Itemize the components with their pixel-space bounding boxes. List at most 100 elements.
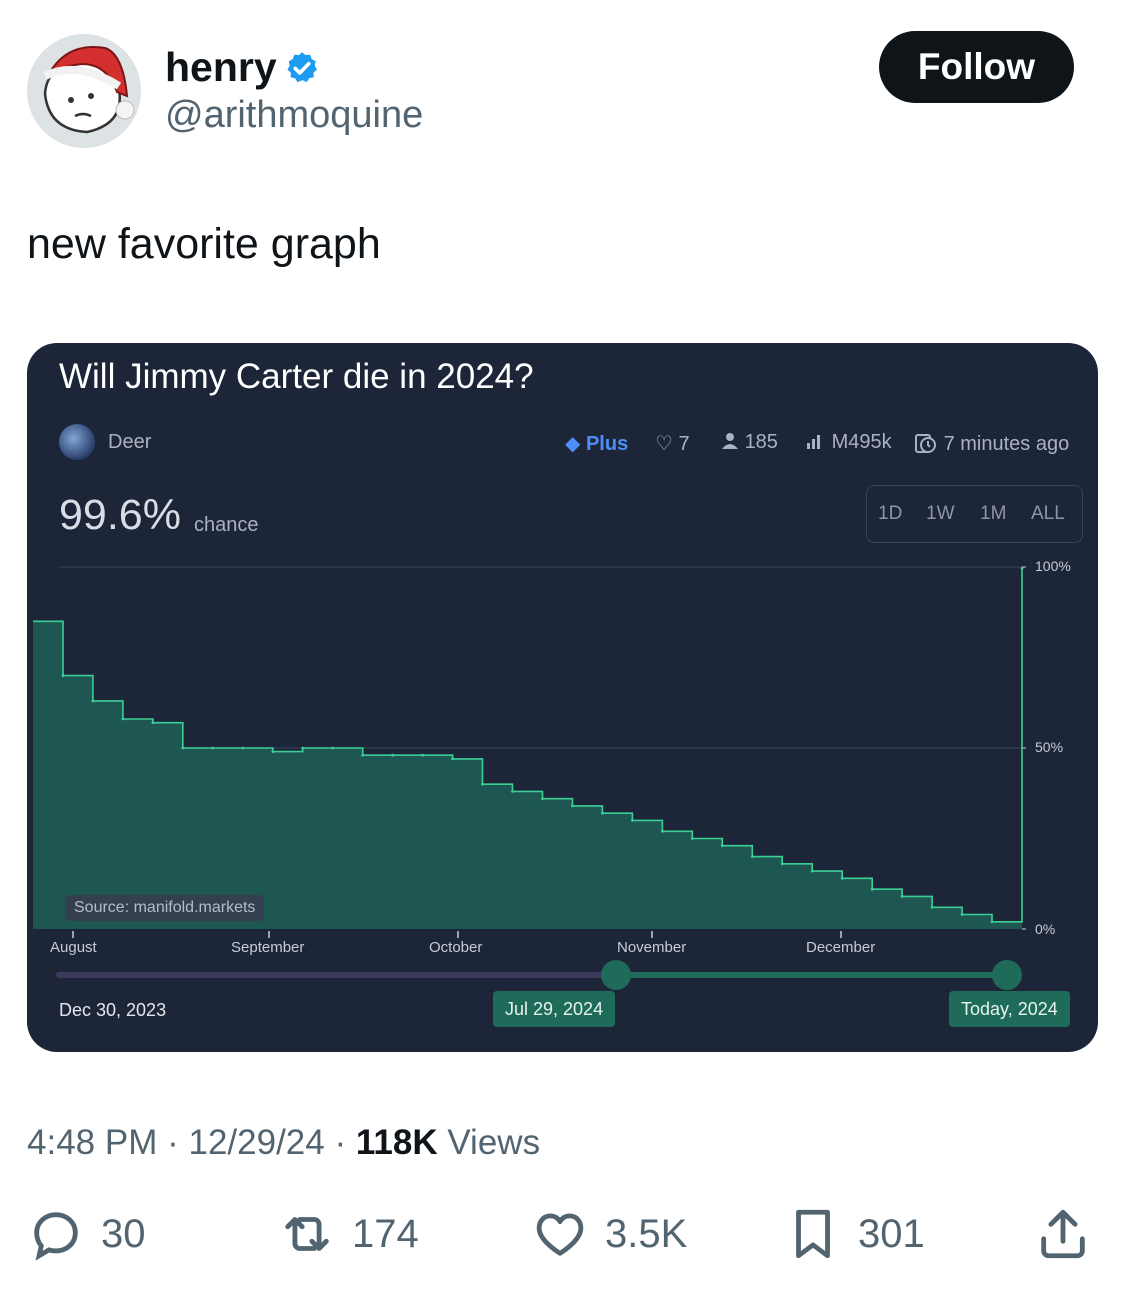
retweet-count: 174 [352, 1211, 419, 1256]
data-point [301, 746, 305, 750]
data-point [780, 862, 784, 866]
volume-stat: M495k [806, 431, 892, 454]
data-point [481, 782, 484, 786]
retweet-icon [285, 1217, 329, 1251]
data-point [121, 717, 125, 721]
slider-start-handle [601, 960, 631, 990]
creator-name[interactable]: Deer [108, 431, 151, 454]
slider-mid-date: Jul 29, 2024 [493, 991, 616, 1027]
traders-count: 185 [744, 431, 778, 453]
range-1w-button[interactable]: 1W [926, 503, 955, 525]
reply-icon [34, 1212, 78, 1261]
market-likes: 7 [678, 433, 690, 455]
author-handle[interactable]: @arithmoquine [165, 94, 423, 137]
data-point [840, 876, 844, 880]
probability-value: 99.6% [59, 491, 181, 539]
reply-button[interactable]: 30 [27, 1205, 146, 1263]
views-label: Views [447, 1123, 541, 1162]
x-tick-november: November [617, 939, 687, 956]
data-point [661, 829, 664, 833]
data-point [601, 811, 604, 815]
tweet-text: new favorite graph [27, 220, 381, 268]
range-1m-button[interactable]: 1M [980, 503, 1006, 525]
updated-time: 7 minutes ago [943, 433, 1070, 455]
data-point [750, 855, 754, 858]
y-tick-50: 50% [1035, 739, 1064, 755]
bookmark-icon [796, 1209, 830, 1259]
traders-stat: 185 [721, 431, 778, 454]
like-button[interactable]: 3.5K [531, 1205, 687, 1263]
data-point [690, 837, 694, 840]
likes-stat[interactable]: ♡ 7 [655, 431, 690, 456]
separator: · [334, 1123, 347, 1162]
tweet-time[interactable]: 4:48 PM [27, 1123, 157, 1162]
bar-chart-icon [807, 435, 820, 449]
follow-button[interactable]: Follow [879, 31, 1074, 103]
separator: · [167, 1123, 179, 1162]
slider-end-handle [992, 960, 1022, 990]
data-point [391, 753, 394, 757]
reply-count: 30 [101, 1211, 146, 1256]
probability-label: chance [194, 514, 259, 536]
data-point [511, 790, 514, 793]
views-count: 118K [355, 1123, 438, 1162]
range-all-button[interactable]: ALL [1031, 503, 1065, 525]
verified-badge-icon [287, 52, 317, 83]
data-point [930, 905, 934, 909]
data-point [211, 746, 215, 750]
updated-stat: 7 minutes ago [914, 431, 1069, 456]
heart-icon: ♡ [655, 433, 673, 455]
range-1d-button[interactable]: 1D [878, 503, 902, 525]
bookmark-button[interactable]: 301 [784, 1205, 925, 1263]
like-count: 3.5K [605, 1211, 688, 1256]
clock-icon [915, 434, 936, 453]
data-point [720, 844, 724, 848]
avatar-drawing [27, 34, 141, 148]
volume-value: M495k [831, 431, 892, 453]
user-icon [722, 433, 738, 449]
data-point [631, 819, 634, 822]
data-point [91, 699, 95, 703]
tweet-date[interactable]: 12/29/24 [188, 1123, 324, 1162]
data-point [271, 750, 275, 753]
data-point [241, 746, 245, 750]
probability-area [33, 568, 1022, 929]
data-point [451, 757, 454, 761]
data-point [900, 895, 904, 898]
data-point [870, 887, 874, 891]
slider-start-date: Dec 30, 2023 [59, 1000, 167, 1020]
data-point [331, 746, 335, 750]
heart-icon [536, 1213, 584, 1256]
y-tick-100: 100% [1035, 558, 1071, 574]
data-point [810, 869, 814, 873]
data-point [361, 753, 365, 757]
data-point [571, 804, 574, 808]
x-tick-august: August [50, 939, 97, 956]
x-tick-september: September [231, 939, 305, 956]
retweet-button[interactable]: 174 [278, 1205, 419, 1263]
slider-end-date: Today, 2024 [949, 991, 1070, 1027]
data-point [421, 753, 424, 757]
author-name[interactable]: henry [165, 44, 277, 91]
share-button[interactable] [1034, 1205, 1108, 1263]
y-tick-0: 0% [1035, 921, 1056, 937]
data-point [541, 797, 544, 801]
author-avatar[interactable] [27, 34, 141, 148]
x-tick-december: December [806, 939, 876, 956]
data-point [151, 721, 155, 725]
data-point [990, 920, 994, 924]
x-tick-october: October [429, 939, 483, 956]
data-point [181, 746, 185, 750]
tweet-timestamp: 4:48 PM · 12/29/24 · 118K Views [27, 1123, 540, 1163]
diamond-icon: ◆ [565, 433, 581, 455]
market-card[interactable]: Will Jimmy Carter die in 2024? Deer ◆ Pl… [27, 343, 1098, 1052]
share-icon [1041, 1209, 1085, 1259]
data-point [960, 913, 964, 916]
market-question: Will Jimmy Carter die in 2024? [59, 357, 534, 396]
source-label: Source: manifold.markets [65, 895, 265, 921]
creator-avatar [59, 424, 95, 460]
data-point [61, 674, 65, 677]
plus-label: Plus [585, 433, 629, 455]
plus-badge: ◆ Plus [565, 431, 628, 456]
bookmark-count: 301 [858, 1211, 925, 1256]
